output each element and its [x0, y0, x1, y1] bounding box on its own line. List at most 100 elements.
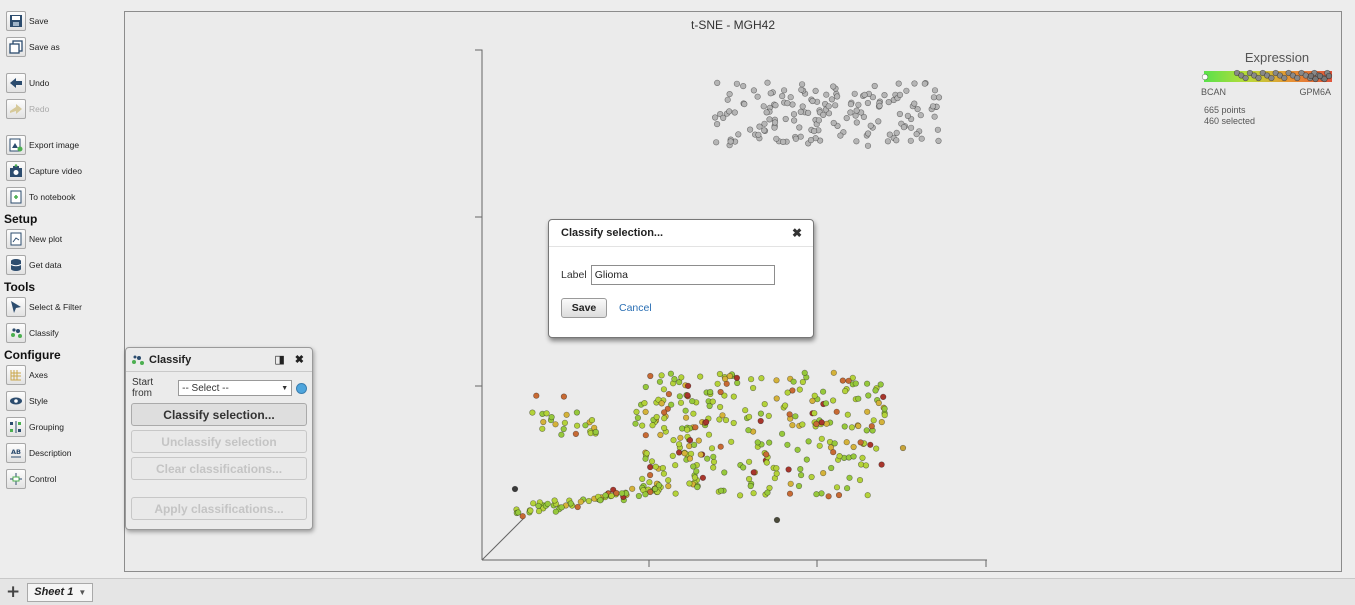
- colored-point: [677, 434, 684, 441]
- unclassify-selection-button[interactable]: Unclassify selection: [131, 430, 307, 453]
- colored-point: [677, 399, 685, 406]
- colored-point: [808, 473, 815, 481]
- clear-classifications-button[interactable]: Clear classifications...: [131, 457, 307, 480]
- save-as-button[interactable]: Save as: [6, 36, 120, 58]
- classify-dots-icon: [6, 323, 26, 343]
- colored-point: [843, 485, 851, 492]
- colored-point: [642, 491, 649, 498]
- cancel-link[interactable]: Cancel: [619, 302, 652, 314]
- colored-point: [862, 462, 870, 469]
- to-notebook-button[interactable]: To notebook: [6, 186, 120, 208]
- start-from-select[interactable]: -- Select -- ▼: [178, 380, 293, 396]
- capture-video-button[interactable]: Capture video: [6, 160, 120, 182]
- gray-point: [896, 91, 904, 98]
- colored-point: [790, 378, 797, 385]
- colored-point: [863, 380, 871, 387]
- redo-button[interactable]: Redo: [6, 98, 120, 120]
- colored-point: [764, 489, 771, 496]
- style-button[interactable]: Style: [6, 390, 120, 412]
- colored-point: [705, 431, 713, 438]
- gray-point: [761, 120, 768, 127]
- dock-icon[interactable]: ◨: [274, 353, 284, 366]
- colored-point: [678, 374, 685, 381]
- gray-point: [782, 115, 789, 123]
- gray-point: [780, 87, 788, 94]
- sheet-bar: + Sheet 1 ▼: [0, 578, 1355, 605]
- colored-point: [830, 449, 837, 456]
- colored-point: [515, 509, 522, 516]
- colored-point: [660, 386, 668, 393]
- save-button[interactable]: Save: [561, 298, 607, 318]
- gray-point: [884, 138, 892, 145]
- gray-point: [735, 131, 742, 138]
- description-button[interactable]: AB Description: [6, 442, 120, 464]
- colored-point: [639, 475, 646, 483]
- colored-point: [686, 455, 694, 462]
- colored-point: [722, 417, 730, 424]
- x-axis-ticks: [648, 560, 987, 567]
- grouping-button[interactable]: Grouping: [6, 416, 120, 438]
- legend-marker: [1242, 74, 1249, 82]
- gray-point: [847, 109, 854, 116]
- colored-point: [850, 443, 857, 451]
- gray-point: [764, 79, 771, 86]
- gray-point: [833, 93, 841, 100]
- colored-point: [794, 446, 801, 453]
- classify-button[interactable]: Classify: [6, 322, 120, 344]
- undo-button[interactable]: Undo: [6, 72, 120, 94]
- new-plot-label: New plot: [29, 234, 63, 244]
- colored-point: [710, 464, 717, 471]
- control-button[interactable]: Control: [6, 468, 120, 490]
- colored-point: [809, 397, 816, 405]
- colored-point: [678, 425, 686, 432]
- colored-point: [857, 439, 864, 446]
- chevron-down-icon[interactable]: ▼: [78, 588, 86, 597]
- colored-point: [836, 453, 843, 460]
- svg-text:AB: AB: [11, 448, 21, 456]
- select-filter-button[interactable]: Select & Filter: [6, 296, 120, 318]
- legend-marker: [1281, 74, 1288, 82]
- colored-point: [855, 395, 862, 402]
- gray-point: [828, 96, 836, 103]
- colored-point: [870, 417, 877, 424]
- label-input[interactable]: [590, 265, 775, 285]
- colored-point: [833, 484, 841, 491]
- colored-point: [786, 411, 793, 418]
- export-image-button[interactable]: Export image: [6, 134, 120, 156]
- apply-classifications-button[interactable]: Apply classifications...: [131, 497, 307, 520]
- classify-selection-button[interactable]: Classify selection...: [131, 403, 307, 426]
- sheet-tab[interactable]: Sheet 1 ▼: [27, 582, 94, 602]
- redo-label: Redo: [29, 104, 50, 114]
- gray-point: [713, 139, 720, 146]
- new-plot-button[interactable]: New plot: [6, 228, 120, 250]
- colored-point: [529, 409, 536, 416]
- colored-point: [878, 419, 885, 426]
- close-icon[interactable]: ✖: [295, 353, 304, 366]
- colored-point: [805, 438, 812, 445]
- colored-point: [728, 438, 735, 445]
- save-button[interactable]: Save: [6, 10, 120, 32]
- colored-point: [710, 458, 718, 466]
- colored-point: [758, 375, 765, 382]
- colored-point: [646, 479, 653, 486]
- unselected-points: [711, 79, 943, 149]
- get-data-button[interactable]: Get data: [6, 254, 120, 276]
- colored-point: [691, 474, 699, 481]
- colored-point: [552, 508, 559, 515]
- gray-point: [790, 111, 798, 118]
- add-sheet-icon[interactable]: +: [6, 582, 20, 602]
- gray-point: [881, 91, 888, 99]
- gray-point: [823, 91, 830, 98]
- colored-point: [799, 421, 806, 428]
- close-icon[interactable]: ✖: [792, 226, 802, 240]
- colored-point: [699, 474, 707, 481]
- axes-button[interactable]: Axes: [6, 364, 120, 386]
- classify-panel-header[interactable]: Classify ◨ ✖: [126, 348, 312, 372]
- gray-point: [929, 103, 937, 110]
- colored-point: [635, 492, 643, 500]
- legend-marker: [1268, 74, 1275, 82]
- colored-point: [716, 370, 724, 378]
- description-label: Description: [29, 448, 72, 458]
- colored-point: [641, 400, 648, 407]
- colored-point: [602, 492, 609, 499]
